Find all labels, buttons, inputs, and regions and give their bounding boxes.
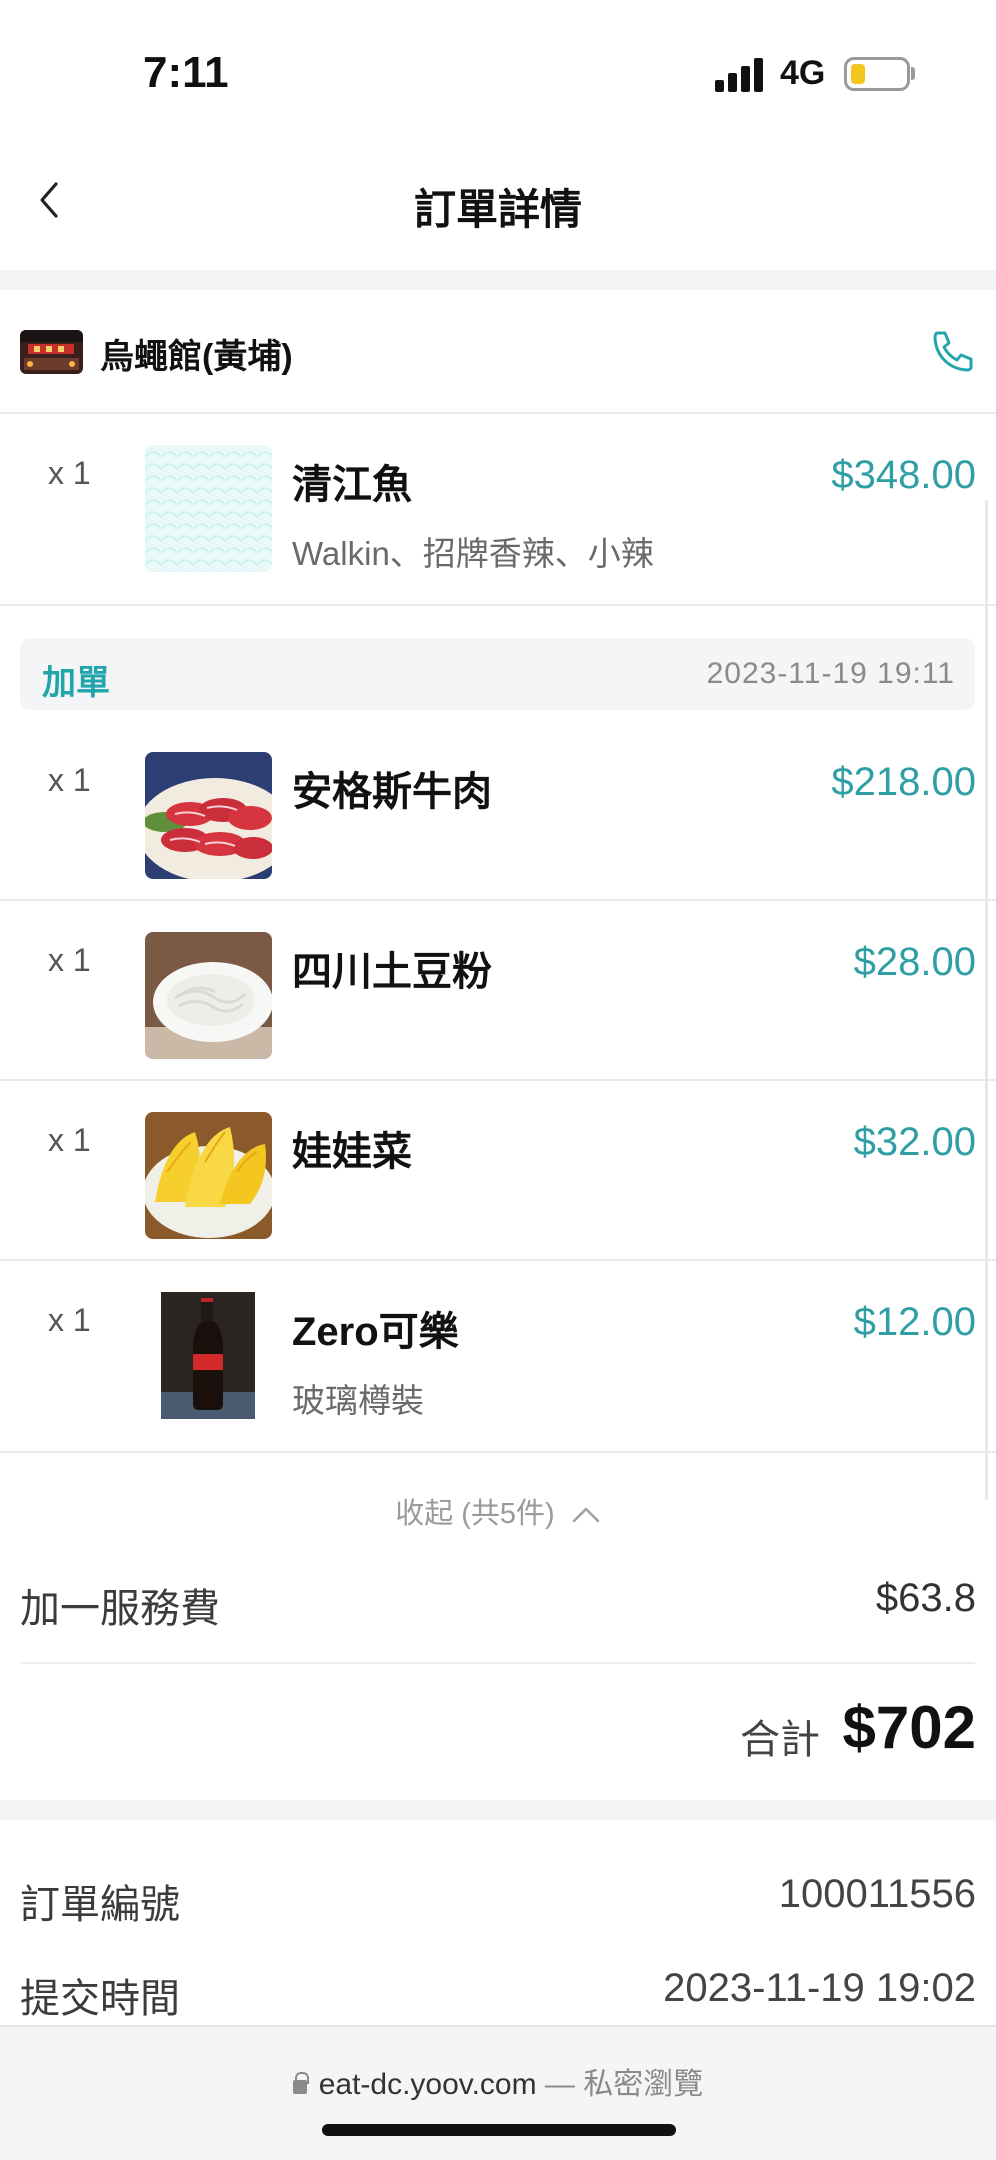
addon-timestamp: 2023-11-19 19:11: [706, 657, 955, 690]
collapse-label: 收起 (共5件): [395, 1498, 555, 1530]
restaurant-thumbnail: [20, 330, 83, 374]
status-time: 7:11: [143, 48, 229, 97]
chevron-up-icon: [572, 1508, 600, 1523]
item-name: 娃娃菜: [292, 1130, 412, 1174]
order-number-value: 100011556: [778, 1872, 976, 1916]
item-image-cabbage: [145, 1112, 272, 1239]
divider: [20, 1662, 975, 1664]
signal-icon: [715, 58, 767, 92]
divider: [0, 1259, 996, 1261]
divider: [0, 1079, 996, 1081]
service-fee-label: 加一服務費: [20, 1587, 220, 1631]
divider: [0, 899, 996, 901]
item-price: $28.00: [853, 940, 976, 984]
page-title: 訂單詳情: [413, 186, 582, 233]
item-price: $218.00: [831, 760, 976, 804]
lock-icon: [292, 2072, 309, 2094]
restaurant-name[interactable]: 烏蠅館(黃埔): [100, 329, 293, 378]
total-label: 合計: [740, 1718, 820, 1762]
divider: [0, 604, 996, 606]
item-options: Walkin、招牌香辣、小辣: [292, 535, 654, 572]
item-quantity: x 1: [48, 1122, 91, 1158]
divider: [0, 1451, 996, 1453]
item-quantity: x 1: [48, 762, 91, 798]
section-divider: [0, 1800, 996, 1820]
total-value: $702: [842, 1694, 976, 1761]
order-number-label: 訂單編號: [20, 1883, 180, 1927]
item-price: $348.00: [831, 453, 976, 497]
item-name: 清江魚: [292, 463, 412, 507]
item-image-placeholder: [145, 445, 272, 572]
item-quantity: x 1: [48, 1302, 91, 1338]
home-indicator[interactable]: [322, 2124, 676, 2136]
item-image-cola: [161, 1292, 255, 1419]
section-divider: [0, 270, 996, 290]
addon-label: 加單: [42, 664, 110, 702]
url-text: eat-dc.yoov.com: [318, 2068, 537, 2101]
item-image-beef: [145, 752, 272, 879]
private-mode-label: — 私密瀏覽: [536, 2068, 704, 2101]
item-options: 玻璃樽裝: [292, 1382, 424, 1419]
item-name: 四川土豆粉: [292, 950, 492, 994]
item-quantity: x 1: [48, 455, 91, 491]
submit-time-label: 提交時間: [20, 1977, 180, 2021]
scrollbar[interactable]: [985, 500, 988, 1500]
battery-icon: [844, 57, 910, 91]
item-name: Zero可樂: [292, 1310, 459, 1354]
network-type: 4G: [780, 54, 826, 92]
call-button[interactable]: [925, 325, 977, 377]
phone-icon: [933, 331, 973, 372]
item-name: 安格斯牛肉: [292, 770, 492, 814]
divider: [0, 412, 996, 414]
service-fee-value: $63.8: [875, 1576, 976, 1620]
address-bar[interactable]: eat-dc.yoov.com — 私密瀏覽: [0, 2059, 996, 2103]
item-price: $32.00: [853, 1120, 976, 1164]
item-quantity: x 1: [48, 942, 91, 978]
item-price: $12.00: [853, 1300, 976, 1344]
collapse-toggle[interactable]: 收起 (共5件): [0, 1490, 996, 1532]
item-image-noodles: [145, 932, 272, 1059]
battery-nub: [911, 67, 915, 80]
submit-time-value: 2023-11-19 19:02: [663, 1966, 976, 2010]
